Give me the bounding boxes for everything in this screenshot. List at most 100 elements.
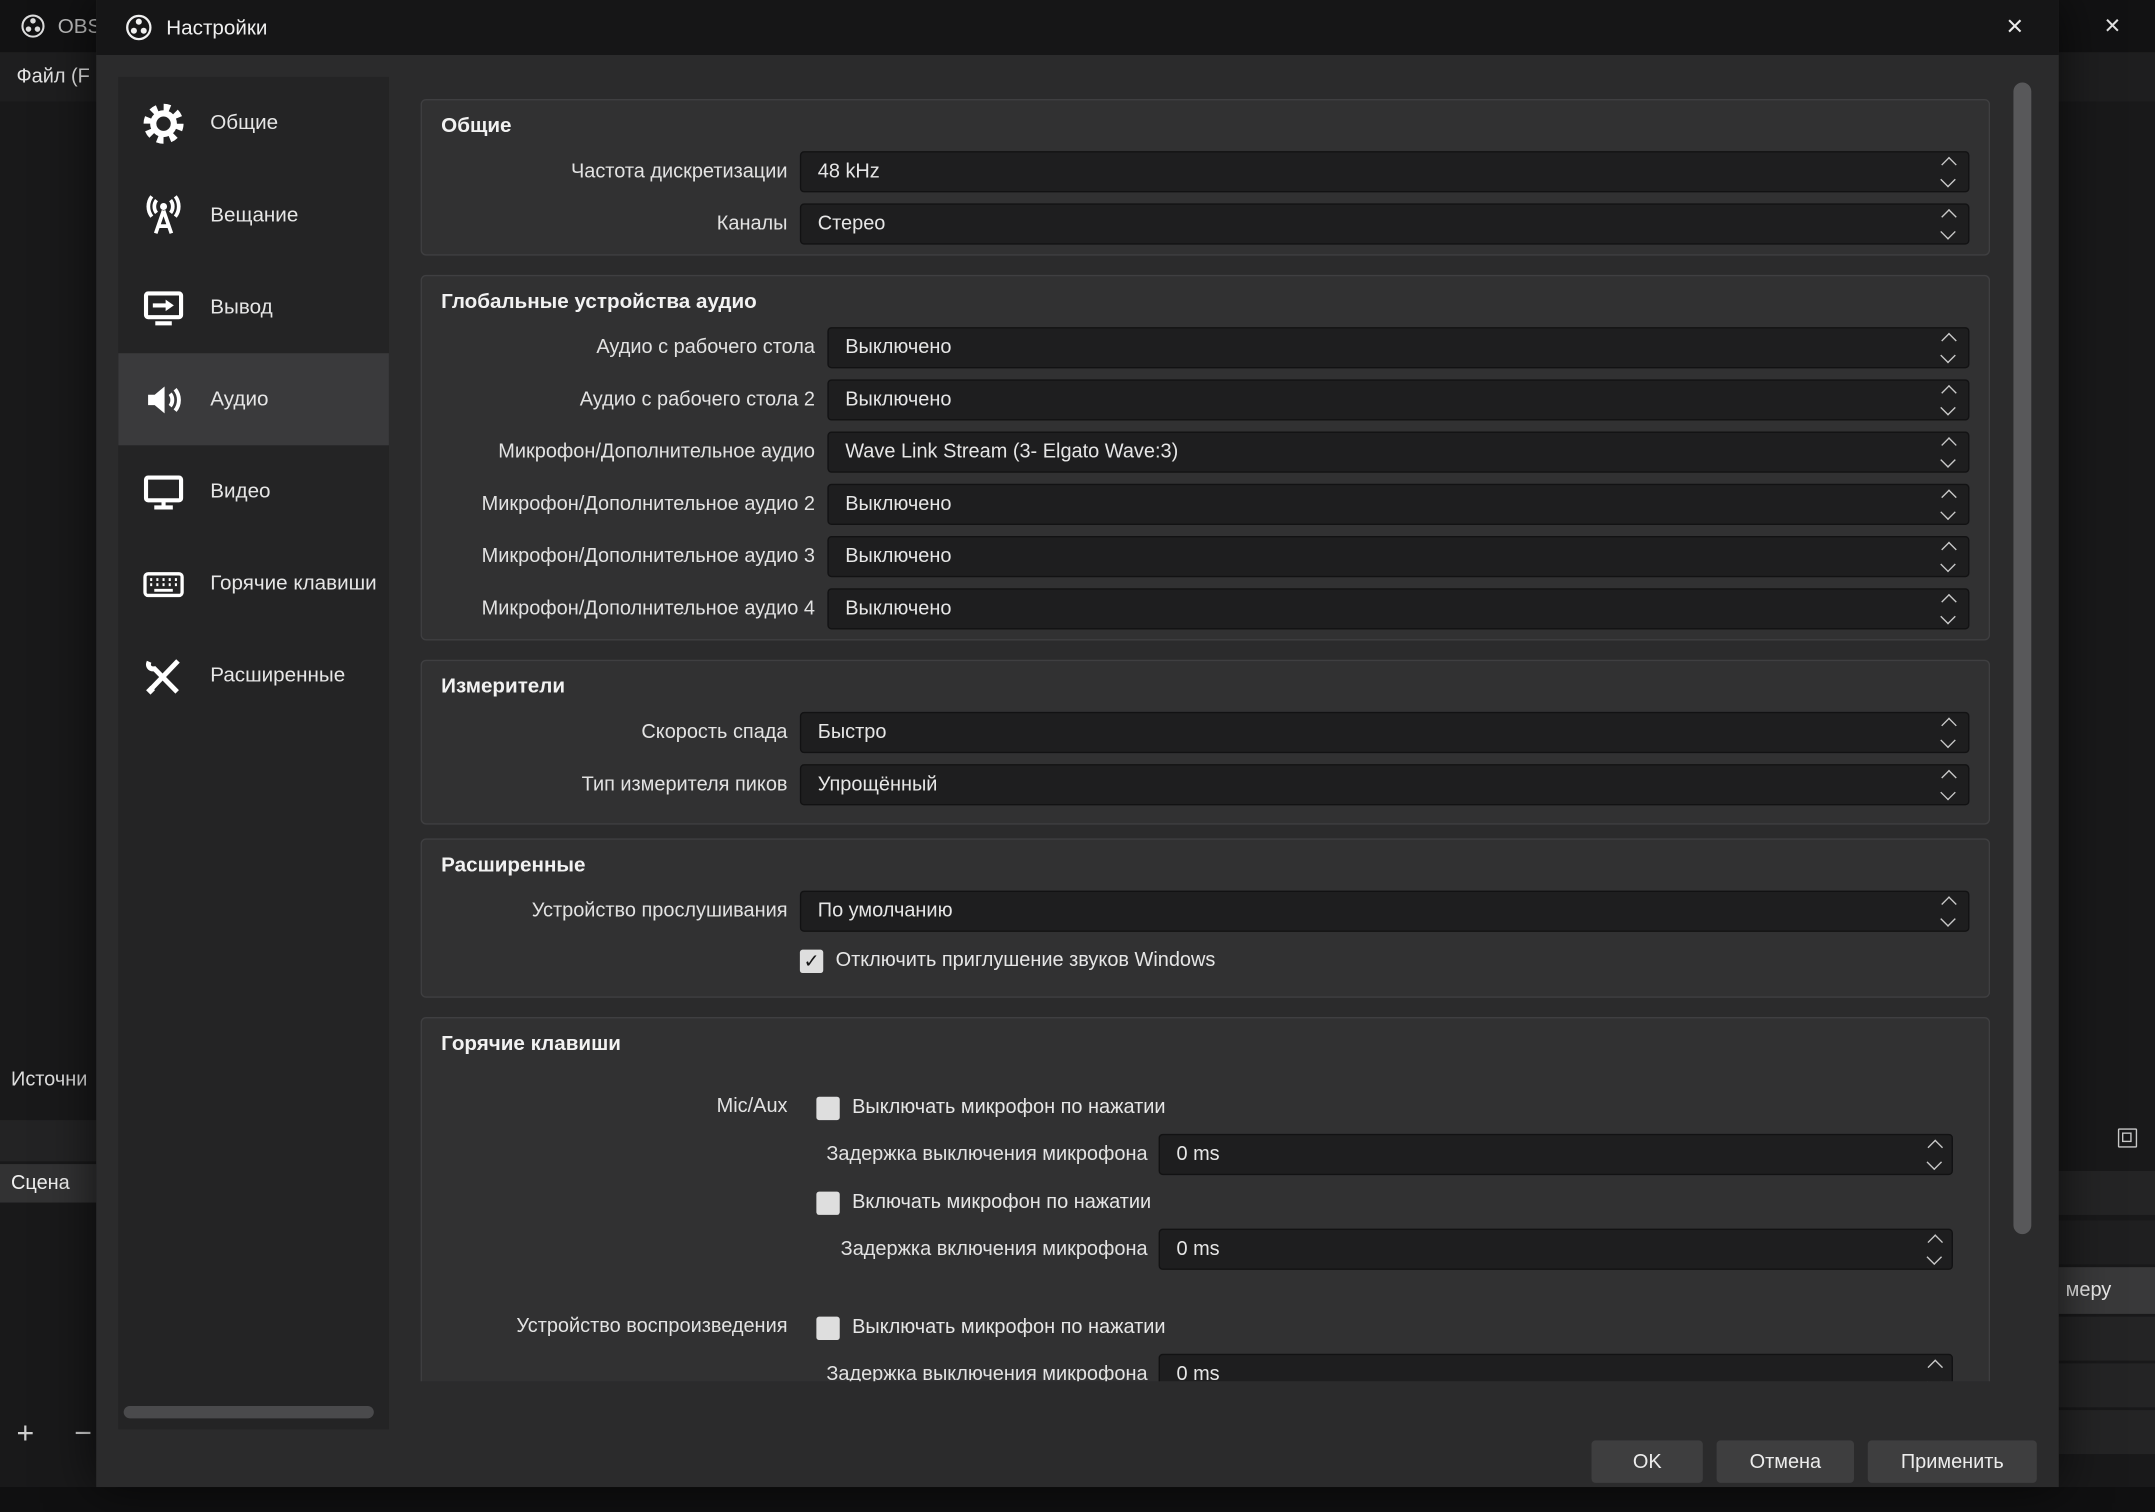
menu-file[interactable]: Файл (F bbox=[16, 66, 89, 88]
mic-aux-2-combo[interactable]: Выключено bbox=[827, 484, 1969, 525]
scene-list-item[interactable]: Сцена bbox=[0, 1164, 96, 1202]
main-close-button[interactable]: × bbox=[2081, 0, 2144, 52]
field-label: Аудио с рабочего стола 2 bbox=[441, 389, 815, 411]
checkbox-box[interactable] bbox=[816, 1191, 839, 1214]
right-panel-button-fragment[interactable]: меру bbox=[2059, 1267, 2155, 1314]
playback-push-to-mute-checkbox[interactable]: Выключать микрофон по нажатии bbox=[816, 1311, 1969, 1344]
sidebar-item-general[interactable]: Общие bbox=[118, 77, 389, 169]
monitoring-device-combo[interactable]: По умолчанию bbox=[800, 891, 1970, 932]
decay-rate-combo[interactable]: Быстро bbox=[800, 712, 1970, 753]
field-label: Микрофон/Дополнительное аудио 4 bbox=[441, 598, 815, 620]
chevron-updown-icon bbox=[1938, 387, 1960, 413]
apply-button[interactable]: Применить bbox=[1868, 1440, 2037, 1483]
form-row: Каналы Стерео bbox=[441, 203, 1969, 244]
group-title: Глобальные устройства аудио bbox=[441, 290, 1969, 313]
dialog-close-button[interactable]: × bbox=[1982, 0, 2048, 55]
tools-icon bbox=[136, 648, 191, 703]
chevron-updown-icon bbox=[1938, 439, 1960, 465]
playback-push-to-mute-delay-spinbox[interactable]: 0 ms bbox=[1159, 1354, 1953, 1381]
chevron-updown-icon bbox=[1938, 772, 1960, 798]
chevron-updown-icon bbox=[1938, 159, 1960, 185]
mic-aux-3-combo[interactable]: Выключено bbox=[827, 536, 1969, 577]
group-general: Общие Частота дискретизации 48 kHz Канал… bbox=[421, 99, 1991, 256]
form-row: Тип измерителя пиков Упрощённый bbox=[441, 764, 1969, 805]
disable-windows-ducking-checkbox[interactable]: ✓ Отключить приглушение звуков Windows bbox=[800, 943, 1970, 979]
sidebar-item-advanced[interactable]: Расширенные bbox=[118, 629, 389, 721]
chevron-updown-icon bbox=[1938, 335, 1960, 361]
main-statusbar bbox=[0, 1487, 2155, 1512]
sources-dock-label: Источни bbox=[11, 1069, 87, 1091]
ok-button[interactable]: OK bbox=[1592, 1440, 1703, 1483]
field-label: Задержка включения микрофона bbox=[800, 1238, 1148, 1260]
desktop-audio-combo[interactable]: Выключено bbox=[827, 327, 1969, 368]
right-panel-row bbox=[2059, 1363, 2155, 1407]
spinner-arrows-icon[interactable] bbox=[1924, 1141, 1946, 1167]
main-window-title: OBS bbox=[58, 14, 102, 37]
settings-content: Общие Частота дискретизации 48 kHz Канал… bbox=[421, 77, 1991, 1381]
cancel-button[interactable]: Отмена bbox=[1717, 1440, 1854, 1483]
settings-sidebar: Общие Вещание bbox=[118, 77, 389, 1429]
sidebar-horizontal-scrollbar[interactable] bbox=[124, 1406, 374, 1418]
mic-aux-4-combo[interactable]: Выключено bbox=[827, 588, 1969, 629]
right-panel-row bbox=[2059, 1171, 2155, 1215]
form-row: Микрофон/Дополнительное аудио 2 Выключен… bbox=[441, 484, 1969, 525]
checkbox-box[interactable] bbox=[816, 1096, 839, 1119]
field-label: Частота дискретизации bbox=[441, 161, 787, 183]
desktop-audio-2-combo[interactable]: Выключено bbox=[827, 379, 1969, 420]
field-label: Скорость спада bbox=[441, 722, 787, 744]
form-row: Аудио с рабочего стола 2 Выключено bbox=[441, 379, 1969, 420]
dialog-title: Настройки bbox=[166, 16, 267, 39]
spinner-arrows-icon[interactable] bbox=[1924, 1236, 1946, 1262]
field-label: Аудио с рабочего стола bbox=[441, 337, 815, 359]
push-to-talk-delay-spinbox[interactable]: 0 ms bbox=[1159, 1229, 1953, 1270]
checkbox-box[interactable]: ✓ bbox=[800, 949, 823, 972]
sample-rate-combo[interactable]: 48 kHz bbox=[800, 151, 1970, 192]
mic-aux-combo[interactable]: Wave Link Stream (3- Elgato Wave:3) bbox=[827, 432, 1969, 473]
chevron-updown-icon bbox=[1938, 898, 1960, 924]
obs-logo-icon bbox=[19, 12, 46, 39]
checkbox-box[interactable] bbox=[816, 1316, 839, 1339]
content-vertical-scrollbar[interactable] bbox=[2013, 82, 2031, 1234]
group-hotkeys: Горячие клавиши Mic/Aux Выключать микроф… bbox=[421, 1017, 1991, 1381]
remove-scene-button[interactable]: − bbox=[74, 1416, 92, 1452]
field-label: Каналы bbox=[441, 213, 787, 235]
right-panel-row bbox=[2059, 1317, 2155, 1361]
sidebar-item-output[interactable]: Вывод bbox=[118, 261, 389, 353]
keyboard-icon bbox=[136, 556, 191, 611]
hotkeys-device-label: Устройство воспроизведения bbox=[441, 1311, 787, 1381]
hotkeys-mic-aux-block: Mic/Aux Выключать микрофон по нажатии За… bbox=[441, 1091, 1969, 1281]
group-title: Измерители bbox=[441, 675, 1969, 698]
form-row: Частота дискретизации 48 kHz bbox=[441, 151, 1969, 192]
sidebar-item-video[interactable]: Видео bbox=[118, 445, 389, 537]
group-title: Расширенные bbox=[441, 853, 1969, 876]
peak-meter-type-combo[interactable]: Упрощённый bbox=[800, 764, 1970, 805]
right-panel-row bbox=[2059, 1220, 2155, 1264]
chevron-updown-icon bbox=[1938, 596, 1960, 622]
chevron-updown-icon bbox=[1938, 491, 1960, 517]
group-advanced: Расширенные Устройство прослушивания По … bbox=[421, 838, 1991, 997]
sidebar-item-stream[interactable]: Вещание bbox=[118, 169, 389, 261]
channels-combo[interactable]: Стерео bbox=[800, 203, 1970, 244]
push-to-mute-delay-spinbox[interactable]: 0 ms bbox=[1159, 1134, 1953, 1175]
form-row: Микрофон/Дополнительное аудио 3 Выключен… bbox=[441, 536, 1969, 577]
field-label: Задержка выключения микрофона bbox=[800, 1143, 1148, 1165]
form-row: Скорость спада Быстро bbox=[441, 712, 1969, 753]
push-to-mute-delay-row: Задержка выключения микрофона 0 ms bbox=[800, 1134, 1970, 1175]
hotkeys-device-label: Mic/Aux bbox=[441, 1091, 787, 1281]
chevron-updown-icon bbox=[1938, 544, 1960, 570]
obs-logo-icon bbox=[124, 12, 154, 42]
field-label: Микрофон/Дополнительное аудио bbox=[441, 441, 815, 463]
group-meters: Измерители Скорость спада Быстро Тип изм… bbox=[421, 660, 1991, 825]
push-to-talk-delay-row: Задержка включения микрофона 0 ms bbox=[800, 1229, 1970, 1270]
sidebar-item-audio[interactable]: Аудио bbox=[118, 353, 389, 445]
sidebar-item-hotkeys[interactable]: Горячие клавиши bbox=[118, 537, 389, 629]
dock-popup-icon[interactable] bbox=[2118, 1128, 2137, 1147]
spinner-arrows-icon[interactable] bbox=[1924, 1361, 1946, 1381]
hotkeys-playback-block: Устройство воспроизведения Выключать мик… bbox=[441, 1311, 1969, 1381]
push-to-mute-checkbox[interactable]: Выключать микрофон по нажатии bbox=[816, 1091, 1969, 1124]
dialog-titlebar[interactable]: Настройки × bbox=[96, 0, 2059, 55]
add-scene-button[interactable]: + bbox=[16, 1416, 34, 1452]
push-to-talk-checkbox[interactable]: Включать микрофон по нажатии bbox=[816, 1186, 1969, 1219]
field-label: Задержка выключения микрофона bbox=[800, 1363, 1148, 1381]
gear-icon bbox=[136, 96, 191, 151]
